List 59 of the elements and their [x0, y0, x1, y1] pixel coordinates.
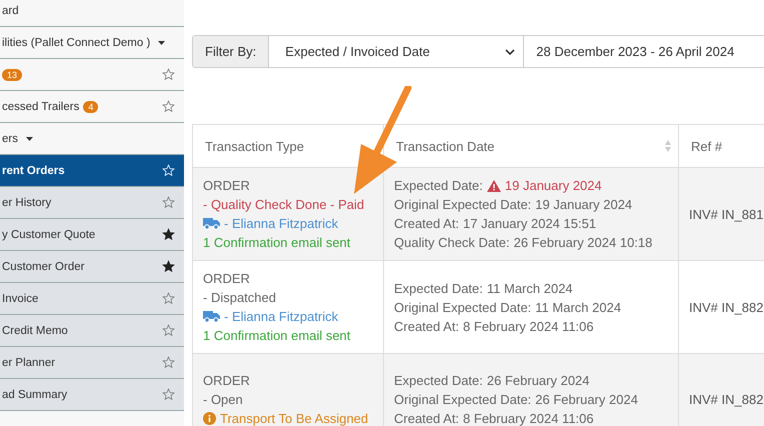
truck-icon [203, 310, 220, 323]
status-text: - Open [203, 390, 243, 408]
date-label: Expected Date: [394, 372, 483, 390]
status-text: 1 Confirmation email sent [203, 327, 350, 345]
menu-item[interactable]: er History [0, 187, 184, 219]
date-value: 17 January 2024 15:51 [463, 215, 596, 233]
status-text: - Quality Check Done - Paid [203, 196, 364, 214]
date-label: Created At: [394, 410, 460, 426]
date-value: 26 February 2024 10:18 [514, 234, 652, 252]
date-value: 11 March 2024 [486, 280, 573, 298]
star-icon[interactable] [162, 324, 175, 337]
date-value: 8 February 2024 11:06 [463, 410, 594, 426]
date-value: 19 January 2024 [504, 177, 602, 195]
status-text: ORDER [203, 177, 250, 195]
filled-star-icon[interactable] [162, 260, 175, 273]
ref-text: INV# IN_881 [689, 206, 764, 222]
menu-item[interactable]: er Planner [0, 347, 184, 379]
star-icon[interactable] [162, 100, 175, 113]
menu-item[interactable]: Invoice [0, 283, 184, 315]
date-label: Original Expected Date: [394, 298, 532, 316]
date-value: 11 March 2024 [535, 298, 622, 316]
menu-item[interactable]: y Customer Quote [0, 219, 184, 251]
filled-star-icon[interactable] [162, 228, 175, 241]
date-label: Expected Date: [394, 280, 483, 298]
status-text: ORDER [203, 372, 250, 390]
column-header[interactable]: Transaction Type [205, 138, 304, 154]
truck-icon [203, 217, 220, 230]
star-icon[interactable] [162, 196, 175, 209]
date-value: 19 January 2024 [535, 196, 632, 214]
date-label: Created At: [394, 215, 460, 233]
star-icon[interactable] [162, 388, 175, 401]
status-text: Transport To Be Assigned [220, 410, 368, 426]
count-badge: 4 [83, 100, 98, 112]
star-icon[interactable] [162, 356, 175, 369]
status-text: ORDER [203, 270, 250, 288]
ref-text: INV# IN_882 [689, 392, 764, 406]
date-label: Created At: [394, 318, 460, 336]
star-icon[interactable] [162, 292, 175, 305]
count-badge: 13 [2, 68, 22, 80]
status-text: 1 Confirmation email sent [203, 234, 350, 252]
date-label: Quality Check Date: [394, 234, 510, 252]
ref-text: INV# IN_882 [689, 300, 764, 314]
date-label: Original Expected Date: [394, 196, 532, 214]
menu-item[interactable]: Credit Memo [0, 315, 184, 347]
column-header[interactable]: Ref # [691, 138, 722, 154]
sort-icon [664, 139, 672, 153]
status-text: - Dispatched [203, 289, 276, 307]
menu-item[interactable]: Customer Order [0, 251, 184, 283]
date-value: 26 February 2024 [535, 390, 638, 408]
star-icon[interactable] [162, 68, 175, 81]
date-label: Original Expected Date: [394, 390, 532, 408]
date-value: 8 February 2024 11:06 [463, 318, 594, 336]
caret-icon [26, 136, 33, 140]
column-header[interactable]: Transaction Date [396, 138, 495, 154]
menu-item[interactable]: ad Summary [0, 379, 184, 411]
date-value: 26 February 2024 [486, 372, 590, 390]
date-label: Expected Date: [394, 177, 483, 195]
menu-item[interactable]: rent Orders [0, 155, 184, 187]
caret-icon [158, 40, 166, 44]
